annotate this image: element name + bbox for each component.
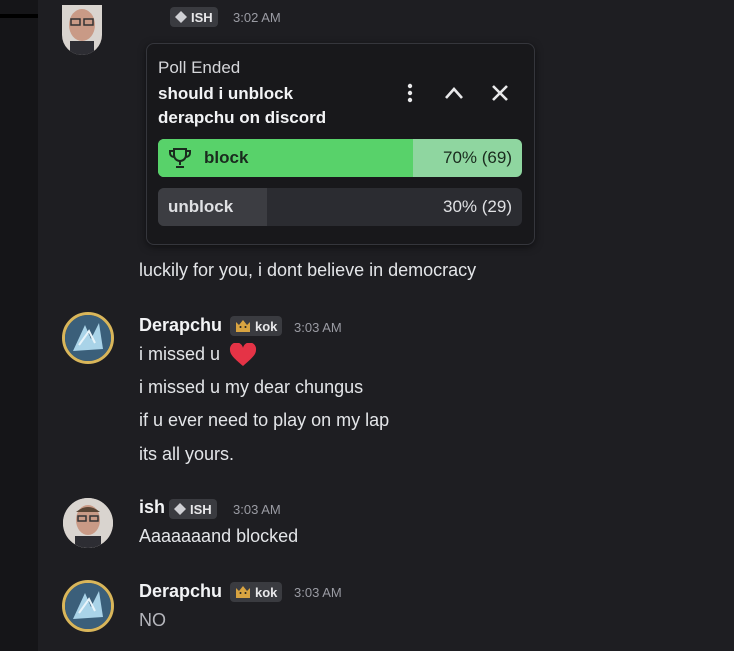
message-text: i missed u [139, 343, 257, 367]
more-icon[interactable] [397, 80, 423, 106]
avatar-derapchu[interactable] [62, 580, 114, 632]
role-tag[interactable]: kok [230, 582, 283, 602]
poll-status: Poll Ended [158, 58, 241, 77]
diamond-badge-icon [174, 503, 186, 515]
poll-question: should i unblock derapchu on discord [158, 84, 327, 127]
timestamp: 3:03 AM [294, 320, 342, 335]
avatar-derapchu[interactable] [62, 312, 114, 364]
message-text: NO [139, 610, 166, 630]
timestamp: 3:03 AM [294, 585, 342, 600]
avatar-ish[interactable] [63, 498, 113, 548]
role-tag[interactable]: kok [230, 316, 283, 336]
cat-badge-icon [236, 320, 250, 332]
username[interactable]: Derapchu [139, 315, 222, 336]
poll-option-label: unblock [168, 197, 234, 216]
poll-option-result: 70% (69) [443, 148, 512, 167]
poll-option-bar [158, 139, 413, 177]
message-text: if u ever need to play on my lap [139, 410, 390, 430]
close-icon[interactable] [487, 80, 513, 106]
diamond-badge-icon [175, 11, 187, 23]
role-tag[interactable]: ISH [170, 7, 218, 27]
poll-option-block[interactable]: block 70% (69) [158, 139, 522, 177]
timestamp: 3:02 AM [233, 10, 281, 25]
poll-option-label: block [204, 148, 249, 167]
chevron-up-icon[interactable] [441, 80, 467, 106]
poll-option-unblock[interactable]: unblock 30% (29) [158, 188, 522, 226]
message-text: i missed u my dear chungus [139, 377, 364, 397]
left-gutter [0, 0, 38, 651]
username[interactable]: Derapchu [139, 581, 222, 602]
role-tag[interactable]: ISH [169, 499, 217, 519]
message-text: its all yours. [139, 444, 235, 464]
timestamp: 3:03 AM [233, 502, 281, 517]
poll-option-result: 30% (29) [443, 197, 512, 216]
username[interactable]: ish [139, 497, 165, 518]
heart-icon [230, 343, 257, 366]
message-text: Aaaaaaand blocked [139, 526, 299, 546]
message-text: luckily for you, i dont believe in democ… [139, 260, 477, 280]
avatar-ish[interactable] [62, 5, 102, 55]
poll-card: Poll Ended should i unblock derapchu on … [146, 43, 535, 245]
trophy-icon [169, 148, 191, 168]
cat-badge-icon [236, 586, 250, 598]
